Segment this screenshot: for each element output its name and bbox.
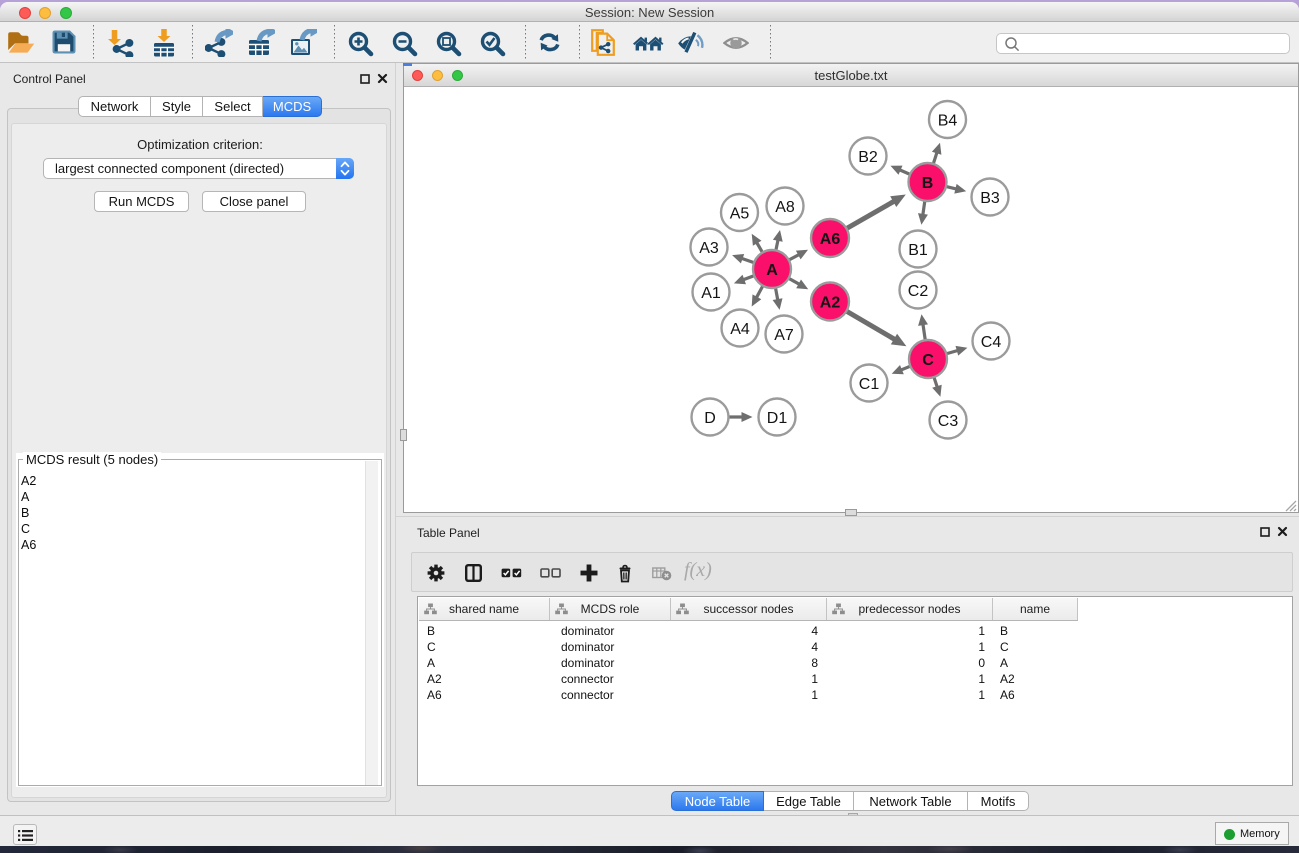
- svg-text:C2: C2: [908, 283, 929, 300]
- svg-text:A6: A6: [820, 231, 841, 248]
- svg-text:A: A: [766, 262, 778, 279]
- svg-text:B1: B1: [908, 242, 928, 259]
- svg-text:D1: D1: [767, 410, 788, 427]
- svg-text:C1: C1: [859, 376, 880, 393]
- svg-text:B3: B3: [980, 190, 1000, 207]
- svg-text:D: D: [704, 410, 716, 427]
- svg-text:A5: A5: [730, 205, 750, 222]
- svg-text:A2: A2: [820, 294, 841, 311]
- svg-text:A4: A4: [730, 321, 750, 338]
- svg-text:C4: C4: [981, 334, 1002, 351]
- svg-text:C: C: [922, 352, 934, 369]
- svg-text:A3: A3: [699, 240, 719, 257]
- svg-text:B2: B2: [858, 149, 878, 166]
- svg-text:A1: A1: [701, 285, 721, 302]
- svg-text:A8: A8: [775, 199, 795, 216]
- svg-text:B4: B4: [938, 112, 958, 129]
- svg-text:A7: A7: [774, 327, 794, 344]
- svg-text:B: B: [922, 175, 934, 192]
- svg-text:C3: C3: [938, 413, 959, 430]
